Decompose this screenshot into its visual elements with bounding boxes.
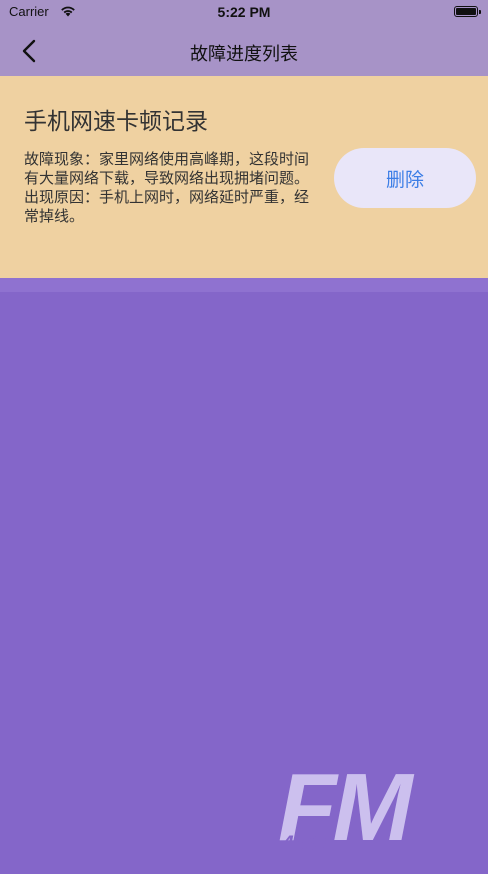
watermark-logo: FM 4399 <box>278 760 458 860</box>
status-bar: Carrier 5:22 PM <box>0 0 488 26</box>
record-description: 故障现象：家里网络使用高峰期，这段时间有大量网络下载，导致网络出现拥堵问题。 出… <box>24 150 319 226</box>
record-title: 手机网速卡顿记录 <box>24 109 208 135</box>
battery-icon <box>454 6 481 17</box>
fault-phenomenon-text: 故障现象：家里网络使用高峰期，这段时间有大量网络下载，导致网络出现拥堵问题。 <box>24 150 310 187</box>
delete-button[interactable]: 删除 <box>334 148 476 208</box>
fault-cause-text: 出现原因：手机上网时，网络延时严重，经常掉线。 <box>24 188 310 225</box>
card-divider <box>0 278 488 292</box>
page-title: 故障进度列表 <box>190 44 298 65</box>
status-time: 5:22 PM <box>217 4 271 20</box>
fault-record-card: 手机网速卡顿记录 故障现象：家里网络使用高峰期，这段时间有大量网络下载，导致网络… <box>0 76 488 278</box>
watermark-number-text: 4399 <box>282 832 329 855</box>
navigation-bar: 故障进度列表 <box>0 26 488 76</box>
